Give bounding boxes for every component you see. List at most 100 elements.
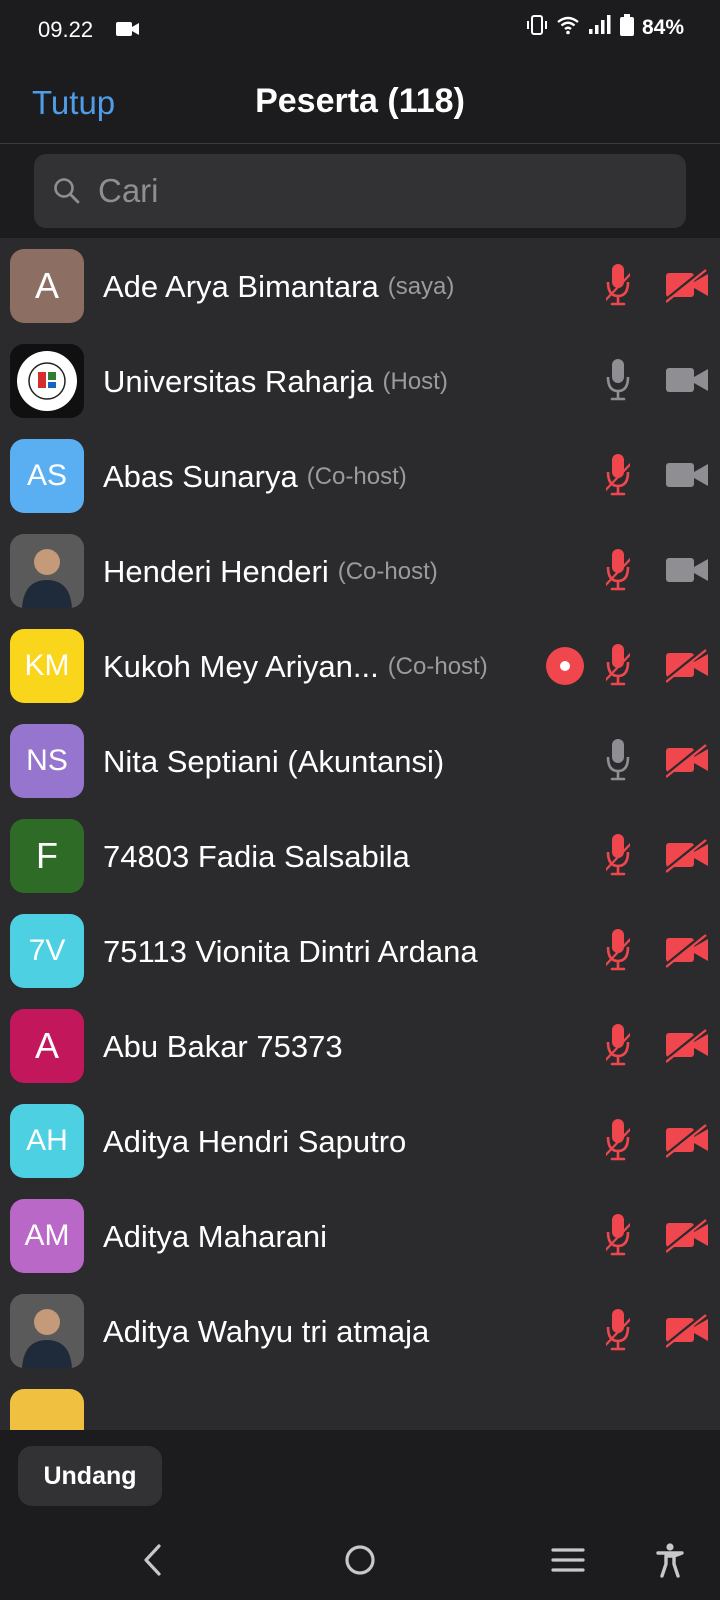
video-icon[interactable] xyxy=(666,553,708,594)
participant-role: (Co-host) xyxy=(387,652,488,680)
participant-row[interactable]: NS Nita Septiani (Akuntansi) xyxy=(0,713,720,810)
participant-role: (Host) xyxy=(382,367,448,395)
participant-name-group: Aditya Hendri Saputro xyxy=(103,1093,406,1190)
signal-icon xyxy=(588,15,612,40)
participant-name-group: Kukoh Mey Ariyan... (Co-host) xyxy=(103,618,488,715)
avatar xyxy=(10,1389,84,1430)
home-icon[interactable] xyxy=(340,1540,380,1585)
participant-name: Kukoh Mey Ariyan... xyxy=(103,648,379,684)
back-icon[interactable] xyxy=(138,1540,168,1585)
video-off-icon[interactable] xyxy=(662,266,708,309)
recording-icon xyxy=(546,647,584,685)
participant-row[interactable]: 7V 75113 Vionita Dintri Ardana xyxy=(0,903,720,1000)
status-time: 09.22 xyxy=(38,17,94,42)
participant-name: 75113 Vionita Dintri Ardana xyxy=(103,933,478,969)
mic-muted-icon[interactable] xyxy=(597,452,641,505)
mic-muted-icon[interactable] xyxy=(597,262,641,315)
participant-list[interactable]: A Ade Arya Bimantara (saya) Universitas Rah… xyxy=(0,238,720,1430)
participant-row[interactable]: Universitas Raharja (Host) xyxy=(0,333,720,430)
avatar: 7V xyxy=(10,914,84,988)
avatar: AH xyxy=(10,1104,84,1178)
video-off-icon[interactable] xyxy=(662,741,708,784)
mic-icon[interactable] xyxy=(606,357,630,410)
avatar xyxy=(10,534,84,608)
accessibility-icon[interactable] xyxy=(650,1540,690,1585)
participant-name: Ade Arya Bimantara xyxy=(103,268,379,304)
participant-name: Nita Septiani (Akuntansi) xyxy=(103,743,445,779)
status-bar: 09.22 84% xyxy=(0,0,720,60)
participant-name-group: Universitas Raharja (Host) xyxy=(103,333,448,430)
system-nav-bar xyxy=(0,1520,720,1600)
search-input[interactable] xyxy=(98,168,658,214)
search-area xyxy=(0,144,720,238)
recent-apps-icon[interactable] xyxy=(548,1540,588,1585)
participant-role: (Co-host) xyxy=(337,557,438,585)
participant-row[interactable] xyxy=(0,1378,720,1430)
participant-name-group: 74803 Fadia Salsabila xyxy=(103,808,410,905)
video-off-icon[interactable] xyxy=(662,931,708,974)
participant-name-group: 75113 Vionita Dintri Ardana xyxy=(103,903,478,1000)
participant-row[interactable]: F 74803 Fadia Salsabila xyxy=(0,808,720,905)
mic-muted-icon[interactable] xyxy=(597,927,641,980)
search-box[interactable] xyxy=(34,154,686,228)
video-off-icon[interactable] xyxy=(662,1311,708,1354)
video-recording-icon xyxy=(116,21,140,42)
mic-muted-icon[interactable] xyxy=(597,1117,641,1170)
participant-row[interactable]: A Abu Bakar 75373 xyxy=(0,998,720,1095)
participants-header: Tutup Peserta (118) xyxy=(0,60,720,144)
participant-name: Abas Sunarya xyxy=(103,458,298,494)
video-off-icon[interactable] xyxy=(662,646,708,689)
participant-name: Universitas Raharja xyxy=(103,363,374,399)
participant-name-group: Henderi Henderi (Co-host) xyxy=(103,523,438,620)
video-off-icon[interactable] xyxy=(662,1026,708,1069)
participant-row[interactable]: AS Abas Sunarya (Co-host) xyxy=(0,428,720,525)
wifi-icon xyxy=(556,15,580,40)
participant-name-group: Abu Bakar 75373 xyxy=(103,998,343,1095)
invite-button[interactable]: Undang xyxy=(18,1446,162,1506)
bottom-toolbar: Undang xyxy=(0,1430,720,1520)
participant-name-group: Aditya Wahyu tri atmaja xyxy=(103,1283,429,1380)
avatar: F xyxy=(10,819,84,893)
avatar: KM xyxy=(10,629,84,703)
participant-row[interactable]: Henderi Henderi (Co-host) xyxy=(0,523,720,620)
mic-muted-icon[interactable] xyxy=(597,547,641,600)
video-off-icon[interactable] xyxy=(662,1121,708,1164)
participant-name-group: Aditya Maharani xyxy=(103,1188,327,1285)
mic-muted-icon[interactable] xyxy=(597,1307,641,1360)
video-off-icon[interactable] xyxy=(662,836,708,879)
participant-role: (Co-host) xyxy=(306,462,407,490)
search-icon xyxy=(52,176,82,211)
participant-name: Aditya Hendri Saputro xyxy=(103,1123,407,1159)
video-icon[interactable] xyxy=(666,363,708,404)
mic-muted-icon[interactable] xyxy=(597,1212,641,1265)
participant-name: Aditya Wahyu tri atmaja xyxy=(103,1313,430,1349)
avatar: AS xyxy=(10,439,84,513)
participant-name-group: Ade Arya Bimantara (saya) xyxy=(103,238,454,335)
mic-muted-icon[interactable] xyxy=(597,1022,641,1075)
avatar: A xyxy=(10,249,84,323)
avatar xyxy=(10,344,84,418)
participant-name: Abu Bakar 75373 xyxy=(103,1028,343,1064)
video-off-icon[interactable] xyxy=(662,1216,708,1259)
participant-row[interactable]: AM Aditya Maharani xyxy=(0,1188,720,1285)
status-indicators: 84% xyxy=(526,14,684,41)
mic-muted-icon[interactable] xyxy=(597,642,641,695)
page-title: Peserta (118) xyxy=(255,82,465,120)
battery-percent: 84% xyxy=(641,15,684,39)
participant-row[interactable]: AH Aditya Hendri Saputro xyxy=(0,1093,720,1190)
participant-row[interactable]: Aditya Wahyu tri atmaja xyxy=(0,1283,720,1380)
battery-icon xyxy=(619,14,634,41)
participant-row[interactable]: KM Kukoh Mey Ariyan... (Co-host) xyxy=(0,618,720,715)
mic-muted-icon[interactable] xyxy=(597,832,641,885)
participant-name: Aditya Maharani xyxy=(103,1218,328,1254)
video-icon[interactable] xyxy=(666,458,708,499)
participant-row[interactable]: A Ade Arya Bimantara (saya) xyxy=(0,238,720,335)
avatar: A xyxy=(10,1009,84,1083)
participant-name: 74803 Fadia Salsabila xyxy=(103,838,410,874)
participant-role: (saya) xyxy=(387,272,455,300)
participant-name-group: Nita Septiani (Akuntansi) xyxy=(103,713,444,810)
avatar: AM xyxy=(10,1199,84,1273)
mic-icon[interactable] xyxy=(606,737,630,790)
avatar: NS xyxy=(10,724,84,798)
vibrate-icon xyxy=(526,14,548,41)
